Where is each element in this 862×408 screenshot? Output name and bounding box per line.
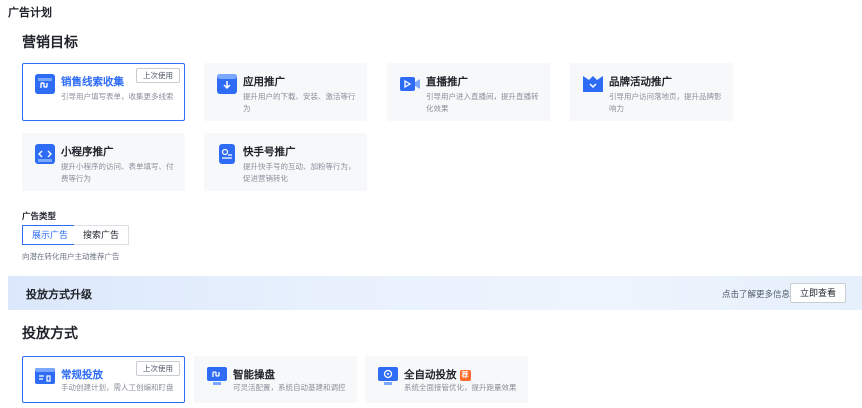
page-title: 广告计划 [8, 7, 52, 19]
kuaishou-account-icon [217, 144, 237, 164]
goal-card-name: 直播推广 [426, 76, 468, 88]
marketing-section-title: 营销目标 [22, 34, 78, 50]
view-now-button[interactable]: 立即查看 [789, 283, 846, 303]
recommended-badge: 荐 [459, 370, 471, 381]
goal-card-brand-activity[interactable]: 品牌活动推广 引导用户访问落地页，提升品牌影响力 [570, 63, 733, 121]
regular-delivery-icon [35, 366, 55, 386]
delivery-card-desc: 可灵活配置，系统自动基建和调控 [233, 383, 346, 392]
goal-card-desc: 引导用户进入直播间，提升直播转化效果 [426, 92, 539, 113]
delivery-card-name: 全自动投放荐 [404, 367, 471, 382]
app-download-icon [217, 74, 237, 94]
lead-form-icon [35, 74, 55, 94]
delivery-card-regular[interactable]: 常规投放 手动创建计划，需人工创编和盯盘 上次使用 [22, 356, 185, 403]
goal-card-name: 小程序推广 [61, 146, 114, 158]
ad-type-label: 广告类型 [22, 211, 57, 221]
delivery-card-full-auto[interactable]: 全自动投放荐 系统全面接管优化，提升跑量效果 [365, 356, 528, 403]
goal-card-name: 销售线索收集 [61, 76, 124, 88]
goal-card-desc: 提升小程序的访问、表单填写、付费等行为 [61, 162, 174, 183]
delivery-card-desc: 手动创建计划，需人工创编和盯盘 [61, 383, 174, 392]
goal-card-mini-program[interactable]: 小程序推广 提升小程序的访问、表单填写、付费等行为 [22, 133, 185, 191]
delivery-card-name: 常规投放 [61, 369, 103, 381]
ad-type-display-option[interactable]: 展示广告 [22, 225, 79, 245]
goal-card-name: 品牌活动推广 [609, 76, 672, 88]
goal-card-lead-collection[interactable]: 销售线索收集 引导用户填写表单，收集更多线索 上次使用 [22, 63, 185, 121]
goal-card-desc: 引导用户填写表单，收集更多线索 [61, 92, 174, 101]
mini-program-icon [35, 144, 55, 164]
goal-card-desc: 提升用户的下载、安装、激活等行为 [243, 92, 356, 113]
banner-hint: 点击了解更多信息 [721, 289, 790, 299]
full-auto-icon [378, 366, 398, 386]
goal-card-live-promotion[interactable]: 直播推广 引导用户进入直播间，提升直播转化效果 [387, 63, 550, 121]
goal-card-desc: 提升快手号的互动、加粉等行为，促进营销转化 [243, 162, 356, 183]
delivery-section-title: 投放方式 [22, 325, 78, 341]
banner-title: 投放方式升级 [26, 289, 92, 301]
recent-use-badge: 上次使用 [136, 68, 180, 83]
goal-card-kuaishou-account[interactable]: 快手号推广 提升快手号的互动、加粉等行为，促进营销转化 [204, 133, 367, 191]
delivery-card-desc: 系统全面接管优化，提升跑量效果 [404, 383, 517, 392]
delivery-card-name: 智能操盘 [233, 369, 275, 381]
delivery-card-smart[interactable]: 智能操盘 可灵活配置，系统自动基建和调控 [194, 356, 357, 403]
goal-card-name: 快手号推广 [243, 146, 296, 158]
brand-flag-icon [583, 74, 603, 94]
live-stream-icon [400, 74, 420, 94]
goal-card-app-promotion[interactable]: 应用推广 提升用户的下载、安装、激活等行为 [204, 63, 367, 121]
delivery-upgrade-banner: 投放方式升级 点击了解更多信息 立即查看 [8, 276, 862, 310]
ad-type-search-option[interactable]: 搜索广告 [74, 225, 130, 245]
delivery-card-name-text: 全自动投放 [404, 369, 457, 381]
goal-card-name: 应用推广 [243, 76, 285, 88]
ad-type-note: 向潜在转化用户主动推荐广告 [22, 252, 120, 261]
smart-operation-icon [207, 366, 227, 386]
recent-use-badge: 上次使用 [136, 361, 180, 376]
goal-card-desc: 引导用户访问落地页，提升品牌影响力 [609, 92, 722, 113]
